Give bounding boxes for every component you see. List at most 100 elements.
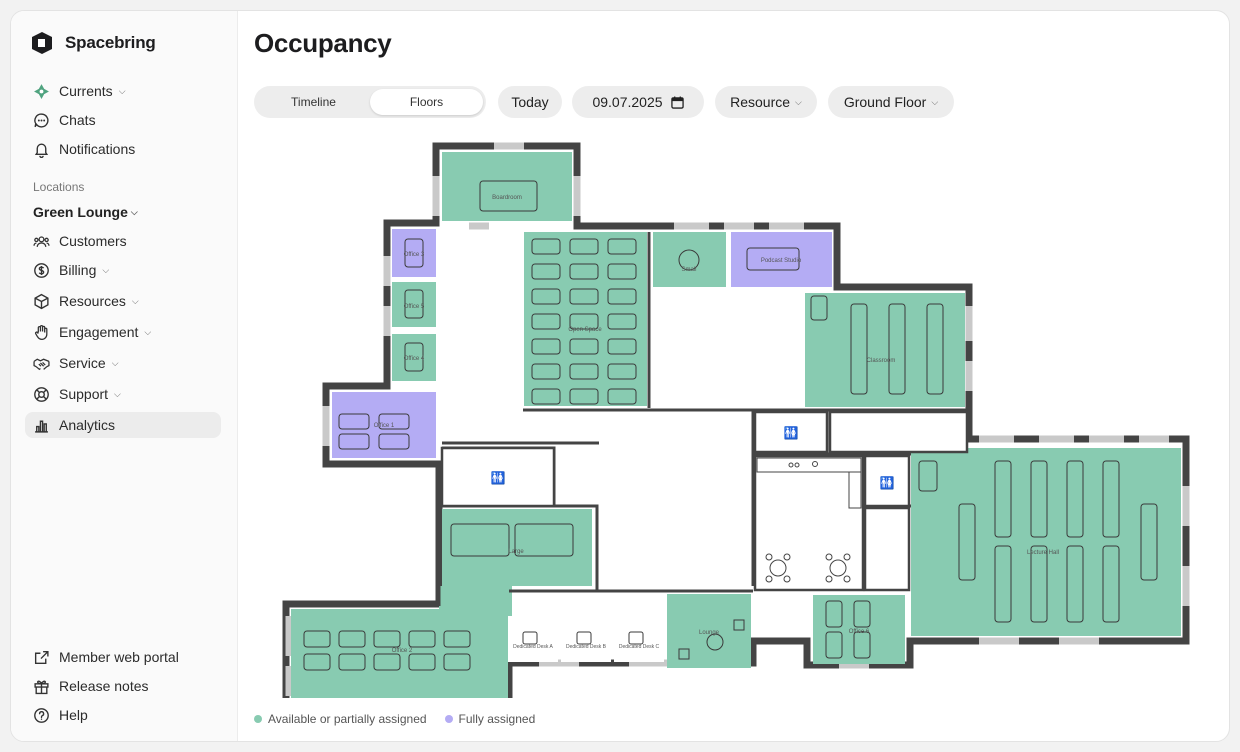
- sidebar-item-resources[interactable]: Resources ⌵: [25, 288, 221, 314]
- floor-selector-label: Ground Floor: [843, 94, 927, 110]
- app-window: Spacebring Currents ⌵ Chats Notification…: [10, 10, 1230, 742]
- sidebar-item-engagement[interactable]: Engagement ⌵: [25, 319, 221, 345]
- page-title: Occupancy: [254, 28, 392, 58]
- floor-plan: 🚻 🚻 🚻 Boardroom Office 3 Office 5 Office…: [282, 142, 1190, 698]
- sidebar-item-support[interactable]: Support ⌵: [25, 381, 221, 407]
- resource-filter-label: Resource: [730, 94, 791, 110]
- room-label-office-4: Office 4: [404, 356, 425, 362]
- hand-icon: [35, 324, 48, 340]
- dollar-icon: [34, 262, 49, 278]
- sidebar-item-notifications[interactable]: Notifications: [25, 136, 221, 162]
- sidebar-item-customers[interactable]: Customers: [25, 228, 221, 254]
- room-label-office-1: Office 1: [374, 423, 395, 429]
- brand[interactable]: Spacebring: [31, 31, 156, 55]
- restroom-icon: 🚻: [784, 426, 799, 440]
- room-classroom[interactable]: [805, 293, 965, 407]
- sidebar-item-release-notes[interactable]: Release notes: [25, 673, 221, 699]
- sidebar-item-label: Currents: [59, 83, 113, 99]
- chevron-down-icon: ⌵: [102, 264, 110, 275]
- tab-floors[interactable]: Floors: [370, 89, 483, 115]
- sidebar-item-currents[interactable]: Currents ⌵: [25, 78, 221, 104]
- room-label-desk-a: Dedicated Desk A: [513, 644, 553, 650]
- chevron-down-icon: ⌵: [795, 96, 802, 107]
- restroom-icon: 🚻: [491, 471, 506, 485]
- calendar-icon: [670, 95, 684, 109]
- room-small[interactable]: [653, 232, 726, 287]
- sidebar-item-label: Billing: [59, 262, 97, 278]
- sidebar: Spacebring Currents ⌵ Chats Notification…: [11, 11, 238, 741]
- legend: Available or partially assigned Fully as…: [254, 712, 535, 726]
- cube-icon: [34, 293, 49, 309]
- desk-b[interactable]: [561, 619, 611, 662]
- lifebuoy-icon: [34, 386, 49, 402]
- sidebar-item-label: Support: [59, 386, 109, 402]
- room-label-lounge: Lounge: [699, 630, 720, 636]
- chart-icon: [35, 420, 48, 433]
- resource-filter[interactable]: Resource ⌵: [715, 86, 817, 118]
- bell-icon: [34, 143, 49, 158]
- chat-icon: [34, 112, 49, 128]
- sidebar-item-label: Chats: [59, 112, 96, 128]
- view-toggle: Timeline Floors: [254, 86, 486, 118]
- legend-full-dot: [444, 715, 453, 723]
- sidebar-item-chats[interactable]: Chats: [25, 107, 221, 133]
- sidebar-item-label: Help: [59, 707, 88, 723]
- legend-available-dot: [254, 715, 262, 723]
- spacebring-logo-icon: [32, 32, 52, 54]
- room-label-office-6: Office 6: [849, 629, 870, 635]
- floor-selector[interactable]: Ground Floor ⌵: [828, 86, 954, 118]
- help-icon: [34, 707, 49, 723]
- currents-icon: [34, 83, 49, 99]
- location-name: Green Lounge: [33, 204, 128, 220]
- sidebar-item-label: Customers: [59, 233, 127, 249]
- sidebar-item-service[interactable]: Service ⌵: [25, 350, 221, 376]
- legend-available-label: Available or partially assigned: [268, 712, 427, 726]
- sidebar-item-help[interactable]: Help: [25, 702, 221, 728]
- sidebar-item-label: Release notes: [59, 678, 149, 694]
- location-selector[interactable]: Green Lounge ⌵: [33, 204, 138, 220]
- handshake-icon: [33, 358, 50, 370]
- room-label-office-2: Office 2: [392, 648, 413, 654]
- gift-icon: [34, 680, 49, 694]
- sidebar-item-label: Notifications: [59, 141, 136, 157]
- room-label-desk-b: Dedicated Desk B: [566, 644, 607, 650]
- sidebar-item-member-web-portal[interactable]: Member web portal: [25, 644, 221, 670]
- room-label-boardroom: Boardroom: [492, 195, 522, 201]
- sidebar-item-billing[interactable]: Billing ⌵: [25, 257, 221, 283]
- room-label-small: Small: [681, 267, 696, 273]
- sidebar-item-label: Analytics: [59, 417, 116, 433]
- room-label-open-space: Open Space: [568, 327, 602, 333]
- room-label-podcast-studio: Podcast Studio: [761, 258, 802, 264]
- date-value: 09.07.2025: [592, 94, 663, 110]
- room-open-space[interactable]: [524, 232, 647, 406]
- room-label-office-3: Office 3: [404, 252, 425, 258]
- date-picker[interactable]: 09.07.2025: [572, 86, 704, 118]
- chevron-down-icon: ⌵: [931, 96, 939, 107]
- restroom-icon: 🚻: [880, 476, 895, 490]
- brand-name: Spacebring: [65, 33, 156, 52]
- chevron-down-icon: ⌵: [131, 295, 139, 306]
- locations-label: Locations: [33, 180, 85, 194]
- legend-full-label: Fully assigned: [458, 712, 536, 726]
- chevron-down-icon: ⌵: [144, 326, 152, 337]
- tab-timeline[interactable]: Timeline: [257, 89, 370, 115]
- sidebar-item-label: Resources: [59, 293, 126, 309]
- room-office-2-ext: [439, 586, 512, 616]
- sidebar-item-analytics[interactable]: Analytics: [25, 412, 221, 438]
- desk-a[interactable]: [508, 619, 558, 662]
- today-button[interactable]: Today: [498, 86, 562, 118]
- main-content: Occupancy Timeline Floors Today 09.07.20…: [239, 11, 1229, 741]
- external-link-icon: [34, 650, 49, 664]
- room-label-desk-c: Dedicated Desk C: [619, 644, 660, 650]
- sidebar-item-label: Member web portal: [59, 649, 179, 665]
- room-label-large: Large: [508, 549, 524, 555]
- sidebar-item-label: Service: [59, 355, 106, 371]
- room-label-classroom: Classroom: [867, 358, 896, 364]
- sidebar-item-label: Engagement: [59, 324, 139, 340]
- room-large[interactable]: [442, 509, 592, 586]
- room-label-lecture-hall: Lecture Hall: [1027, 550, 1059, 556]
- chevron-down-icon: ⌵: [111, 357, 119, 368]
- desk-c[interactable]: [614, 619, 664, 662]
- room-label-office-5: Office 5: [404, 304, 425, 310]
- users-icon: [33, 235, 50, 247]
